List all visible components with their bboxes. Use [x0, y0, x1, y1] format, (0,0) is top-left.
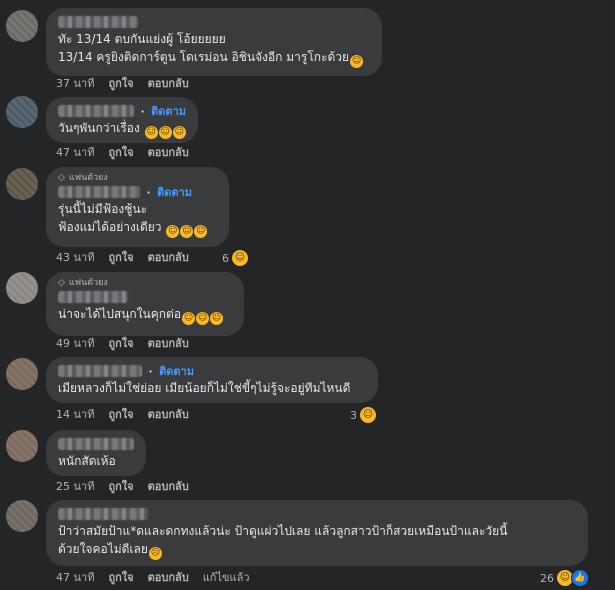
laugh-emoji-icon: ☺ [350, 55, 364, 68]
reply-button[interactable]: ตอบกลับ [148, 251, 189, 265]
commenter-name[interactable] [58, 186, 140, 198]
grin-emoji-icon: ☺ [158, 126, 172, 139]
haha-reaction-icon: ☺ [231, 249, 249, 267]
like-reaction-icon: 👍 [571, 569, 589, 587]
reply-button[interactable]: ตอบกลับ [148, 480, 189, 494]
reply-button[interactable]: ตอบกลับ [148, 408, 189, 422]
comment-text-line: ทัะ 13/14 ตบกันแย่งผู้ โอ้ยยยยย [58, 32, 226, 46]
diamond-icon: ◇ [58, 278, 65, 288]
comment-text-line: ฟ้องแม่ได้อย่างเดียว ☺ ☺ ☺ [58, 220, 208, 238]
reply-button[interactable]: ตอบกลับ [148, 77, 189, 91]
comment-bubble: หนักสัดเห้อ [46, 430, 146, 476]
like-button[interactable]: ถูกใจ [108, 480, 133, 494]
like-button[interactable]: ถูกใจ [108, 77, 133, 91]
comment-text-line: หนักสัดเห้อ [58, 454, 116, 468]
avatar[interactable] [6, 500, 38, 532]
comment-text-line: รุ่นนี้ไม่มีฟ้องชู้นะ [58, 202, 148, 216]
worried-emoji-icon: ☹ [148, 547, 162, 560]
commenter-name[interactable] [58, 16, 138, 28]
comment-text-line: ด้วยใจคอไม่ดีเลย ☹ [58, 542, 162, 560]
comment-time[interactable]: 25 นาที [56, 480, 94, 494]
comment-time[interactable]: 37 นาที [56, 77, 94, 91]
rofl-emoji-icon: ☺ [194, 225, 208, 238]
edited-label: แก้ไขแล้ว [202, 571, 250, 584]
comment-text-line: เมียหลวงก็ไม่ใช่ย่อย เมียน้อยก็ไม่ใช่ขี้… [58, 381, 351, 395]
follow-button[interactable]: ติดตาม [157, 183, 192, 201]
comment-text-line: ป้าว่าสมัยป้าแ*ดและดกทงแล้วน่ะ ป้าดูแผ่ว… [58, 524, 508, 538]
like-button[interactable]: ถูกใจ [108, 251, 133, 265]
comment-time[interactable]: 49 นาที [56, 337, 94, 351]
reaction-summary[interactable]: 6 ☺ [222, 249, 249, 267]
avatar[interactable] [6, 10, 38, 42]
commenter-name[interactable] [58, 365, 142, 377]
diamond-icon: ◇ [58, 173, 65, 183]
comment-bubble: ป้าว่าสมัยป้าแ*ดและดกทงแล้วน่ะ ป้าดูแผ่ว… [46, 500, 588, 566]
avatar[interactable] [6, 168, 38, 200]
comment-bubble: · ติดตาม เมียหลวงก็ไม่ใช่ย่อย เมียน้อยก็… [46, 357, 378, 403]
comment-feed: ทัะ 13/14 ตบกันแย่งผู้ โอ้ยยยยย 13/14 คร… [0, 0, 615, 590]
rofl-emoji-icon: ☺ [182, 312, 196, 325]
comment-bubble: · ติดตาม วันๆพันกว่าเรื่อง ☺ ☺ ☺ [46, 97, 198, 143]
comment-bubble: ◇ แฟนตัวยง · ติดตาม รุ่นนี้ไม่มีฟ้องชู้นะ… [46, 167, 229, 247]
comment-time[interactable]: 14 นาที [56, 408, 94, 422]
rofl-emoji-icon: ☺ [180, 225, 194, 238]
comment-bubble: ◇ แฟนตัวยง น่าจะได้ไปสนุกในคุกต่อ ☺ ☺ ☺ [46, 272, 244, 336]
reaction-count: 3 [350, 408, 357, 422]
comment-time[interactable]: 43 นาที [56, 251, 94, 265]
reaction-count: 6 [222, 251, 229, 265]
reply-button[interactable]: ตอบกลับ [148, 146, 189, 160]
comment-time[interactable]: 47 นาที [56, 571, 94, 585]
commenter-name[interactable] [58, 438, 134, 450]
comment-text-line: วันๆพันกว่าเรื่อง ☺ ☺ ☺ [58, 121, 186, 139]
grin-emoji-icon: ☺ [144, 126, 158, 139]
commenter-name[interactable] [58, 508, 148, 520]
rofl-emoji-icon: ☺ [210, 312, 224, 325]
reaction-count: 26 [540, 571, 554, 585]
haha-reaction-icon: ☺ [359, 406, 377, 424]
follow-button[interactable]: ติดตาม [159, 362, 194, 380]
reaction-summary[interactable]: 3 ☺ [350, 406, 377, 424]
follow-button[interactable]: ติดตาม [151, 102, 186, 120]
avatar[interactable] [6, 272, 38, 304]
like-button[interactable]: ถูกใจ [108, 337, 133, 351]
avatar[interactable] [6, 430, 38, 462]
comment-time[interactable]: 47 นาที [56, 146, 94, 160]
reaction-summary[interactable]: 26 ☺ 👍 [540, 569, 589, 587]
reply-button[interactable]: ตอบกลับ [148, 571, 189, 585]
grin-emoji-icon: ☺ [172, 126, 186, 139]
rofl-emoji-icon: ☺ [196, 312, 210, 325]
comment-text-line: น่าจะได้ไปสนุกในคุกต่อ ☺ ☺ ☺ [58, 307, 224, 325]
comment-bubble: ทัะ 13/14 ตบกันแย่งผู้ โอ้ยยยยย 13/14 คร… [46, 8, 382, 76]
avatar[interactable] [6, 96, 38, 128]
reply-button[interactable]: ตอบกลับ [148, 337, 189, 351]
like-button[interactable]: ถูกใจ [108, 571, 133, 585]
avatar[interactable] [6, 358, 38, 390]
commenter-name[interactable] [58, 105, 135, 117]
fan-badge: ◇ แฟนตัวยง [58, 278, 108, 288]
fan-badge: ◇ แฟนตัวยง [58, 173, 108, 183]
like-button[interactable]: ถูกใจ [108, 408, 133, 422]
like-button[interactable]: ถูกใจ [108, 146, 133, 160]
comment-text-line: 13/14 ครูยิงติดการ์ตูน โดเรม่อน อิชินจัง… [58, 50, 364, 68]
rofl-emoji-icon: ☺ [166, 225, 180, 238]
commenter-name[interactable] [58, 291, 128, 303]
